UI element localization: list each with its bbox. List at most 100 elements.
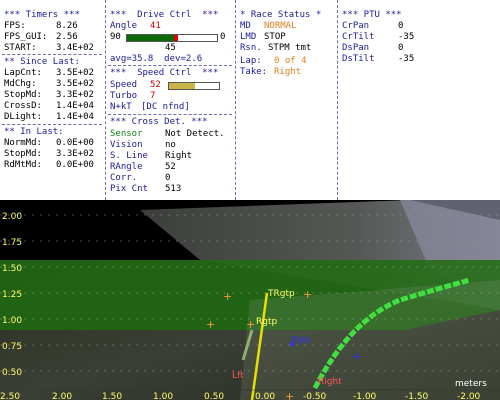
in-last-value: 0.0E+00	[56, 138, 94, 148]
x-tick-label: 0.50	[204, 392, 224, 400]
right-mark-label: Right	[318, 377, 342, 387]
in-last-label: StopMd:	[4, 149, 42, 159]
since-last-label: StopMd:	[4, 90, 42, 100]
speed-bar	[168, 82, 220, 90]
x-tick-label: 1.00	[153, 392, 173, 400]
sline-value: Right	[165, 151, 193, 161]
fps-label: FPS:	[4, 21, 26, 31]
md-label: MD	[240, 21, 251, 31]
sline-label: S. Line	[110, 151, 148, 161]
ptu-row-label: CrTilt	[342, 32, 375, 42]
divider	[2, 124, 102, 125]
rangle-label: RAngle	[110, 162, 143, 172]
y-tick-label: 1.25	[2, 290, 22, 300]
vision-value: no	[165, 140, 176, 150]
y-tick-label: 2.00	[2, 212, 22, 222]
in-last-label: RdMtMd:	[4, 160, 42, 170]
start-label: START:	[4, 43, 37, 53]
speed-bar-fill	[169, 83, 195, 89]
plus-marker: +	[285, 390, 294, 400]
rsn-value: STPM tmt	[268, 43, 312, 53]
start-value: 3.4E+02	[56, 43, 94, 53]
fps-gui-label: FPS_GUI:	[4, 32, 48, 42]
y-tick-label: 1.50	[2, 264, 22, 274]
plus-marker: +	[206, 318, 215, 331]
units-label: meters	[455, 379, 487, 389]
angle-stats: avg=35.8 dev=2.6	[110, 54, 203, 64]
since-last-value: 3.5E+02	[56, 79, 94, 89]
angle-slider-mid: 45	[165, 43, 176, 53]
since-last-value: 1.4E+04	[56, 112, 94, 122]
angle-slider-marker[interactable]	[173, 35, 178, 41]
race-status-title: * Race Status *	[240, 10, 322, 20]
take-label: Take:	[240, 67, 268, 77]
sensor-value: Not Detect.	[165, 129, 225, 139]
ptu-panel: *** PTU *** CrPan 0 CrTilt -35 DsPan 0 D…	[338, 0, 500, 200]
x-tick-label: 1.50	[102, 392, 122, 400]
rgtp-label: Rgtp	[256, 317, 277, 327]
plus-marker: +	[303, 288, 312, 301]
x-tick-label: -1.00	[353, 392, 377, 400]
y-tick-label: 0.75	[2, 342, 22, 352]
ptu-title: *** PTU ***	[342, 10, 402, 20]
timers-title: *** Timers ***	[4, 10, 80, 20]
divider	[108, 114, 232, 115]
blue-plus-marker: +	[352, 350, 361, 363]
speed-value: 52	[150, 80, 161, 90]
blue-target-label: Rgtp	[292, 335, 311, 344]
lap-value: 0 of 4	[274, 56, 307, 66]
timers-panel: *** Timers *** FPS: 8.26 FPS_GUI: 2.56 S…	[0, 0, 104, 200]
since-last-label: LapCnt:	[4, 68, 42, 78]
sensor-label: Sensor	[110, 129, 143, 139]
x-tick-label: 2.50	[0, 392, 20, 400]
trgtp-label: TRgtp	[267, 289, 295, 299]
plus-marker: +	[246, 318, 255, 331]
angle-slider-min: 90	[110, 32, 121, 42]
in-last-value: 0.0E+00	[56, 160, 94, 170]
rsn-label: Rsn.	[240, 43, 262, 53]
lap-label: Lap:	[240, 56, 262, 66]
since-last-label: DLight:	[4, 112, 42, 122]
fps-gui-value: 2.56	[56, 32, 78, 42]
ptu-row-value: 0	[398, 43, 404, 53]
lmd-label: LMD	[240, 32, 257, 42]
in-last-value: 3.3E+02	[56, 149, 94, 159]
x-tick-label: -0.50	[303, 392, 327, 400]
y-tick-label: 1.75	[2, 238, 22, 248]
corr-value: 0	[165, 173, 171, 183]
left-mark-label: Lft	[232, 371, 244, 381]
y-tick-label: 0.50	[2, 368, 22, 378]
since-last-label: MdChg:	[4, 79, 37, 89]
angle-slider[interactable]	[126, 34, 218, 42]
speed-label: Speed	[110, 80, 138, 90]
ptu-row-label: CrPan	[342, 21, 370, 31]
corr-label: Corr.	[110, 173, 138, 183]
divider	[2, 54, 102, 55]
nkt-label: N+kT	[110, 102, 132, 112]
since-last-label: CrossD:	[4, 101, 42, 111]
in-last-label: NormMd:	[4, 138, 42, 148]
x-tick-label: -1.50	[405, 392, 429, 400]
plus-marker: +	[223, 290, 232, 303]
x-tick-label: -2.00	[457, 392, 481, 400]
md-value: NORMAL	[264, 21, 297, 31]
x-tick-label: 0.00	[255, 392, 275, 400]
turbo-label: Turbo	[110, 91, 138, 101]
drive-panel: *** Drive Ctrl *** Angle 41 90 0 45 avg=…	[106, 0, 234, 200]
y-tick-label: 1.00	[2, 316, 22, 326]
ptu-row-value: -35	[398, 32, 415, 42]
divider	[108, 65, 232, 66]
pix-cnt-label: Pix Cnt	[110, 184, 148, 194]
nkt-value: [DC nfnd]	[141, 102, 190, 112]
since-last-value: 3.5E+02	[56, 68, 94, 78]
x-tick-label: 2.00	[52, 392, 72, 400]
race-status-panel: * Race Status * MD NORMAL LMD STOP Rsn. …	[236, 0, 336, 200]
since-last-value: 1.4E+04	[56, 101, 94, 111]
ptu-row-value: -35	[398, 54, 415, 64]
vision-label: Vision	[110, 140, 143, 150]
speed-ctrl-title: *** Speed Ctrl ***	[110, 68, 219, 78]
blue-target-point	[290, 342, 294, 346]
camera-view[interactable]: 2.00 1.75 1.50 1.25 1.00 0.75 0.50 + + +…	[0, 200, 500, 400]
angle-value: 41	[150, 21, 161, 31]
take-value: Right	[274, 67, 302, 77]
